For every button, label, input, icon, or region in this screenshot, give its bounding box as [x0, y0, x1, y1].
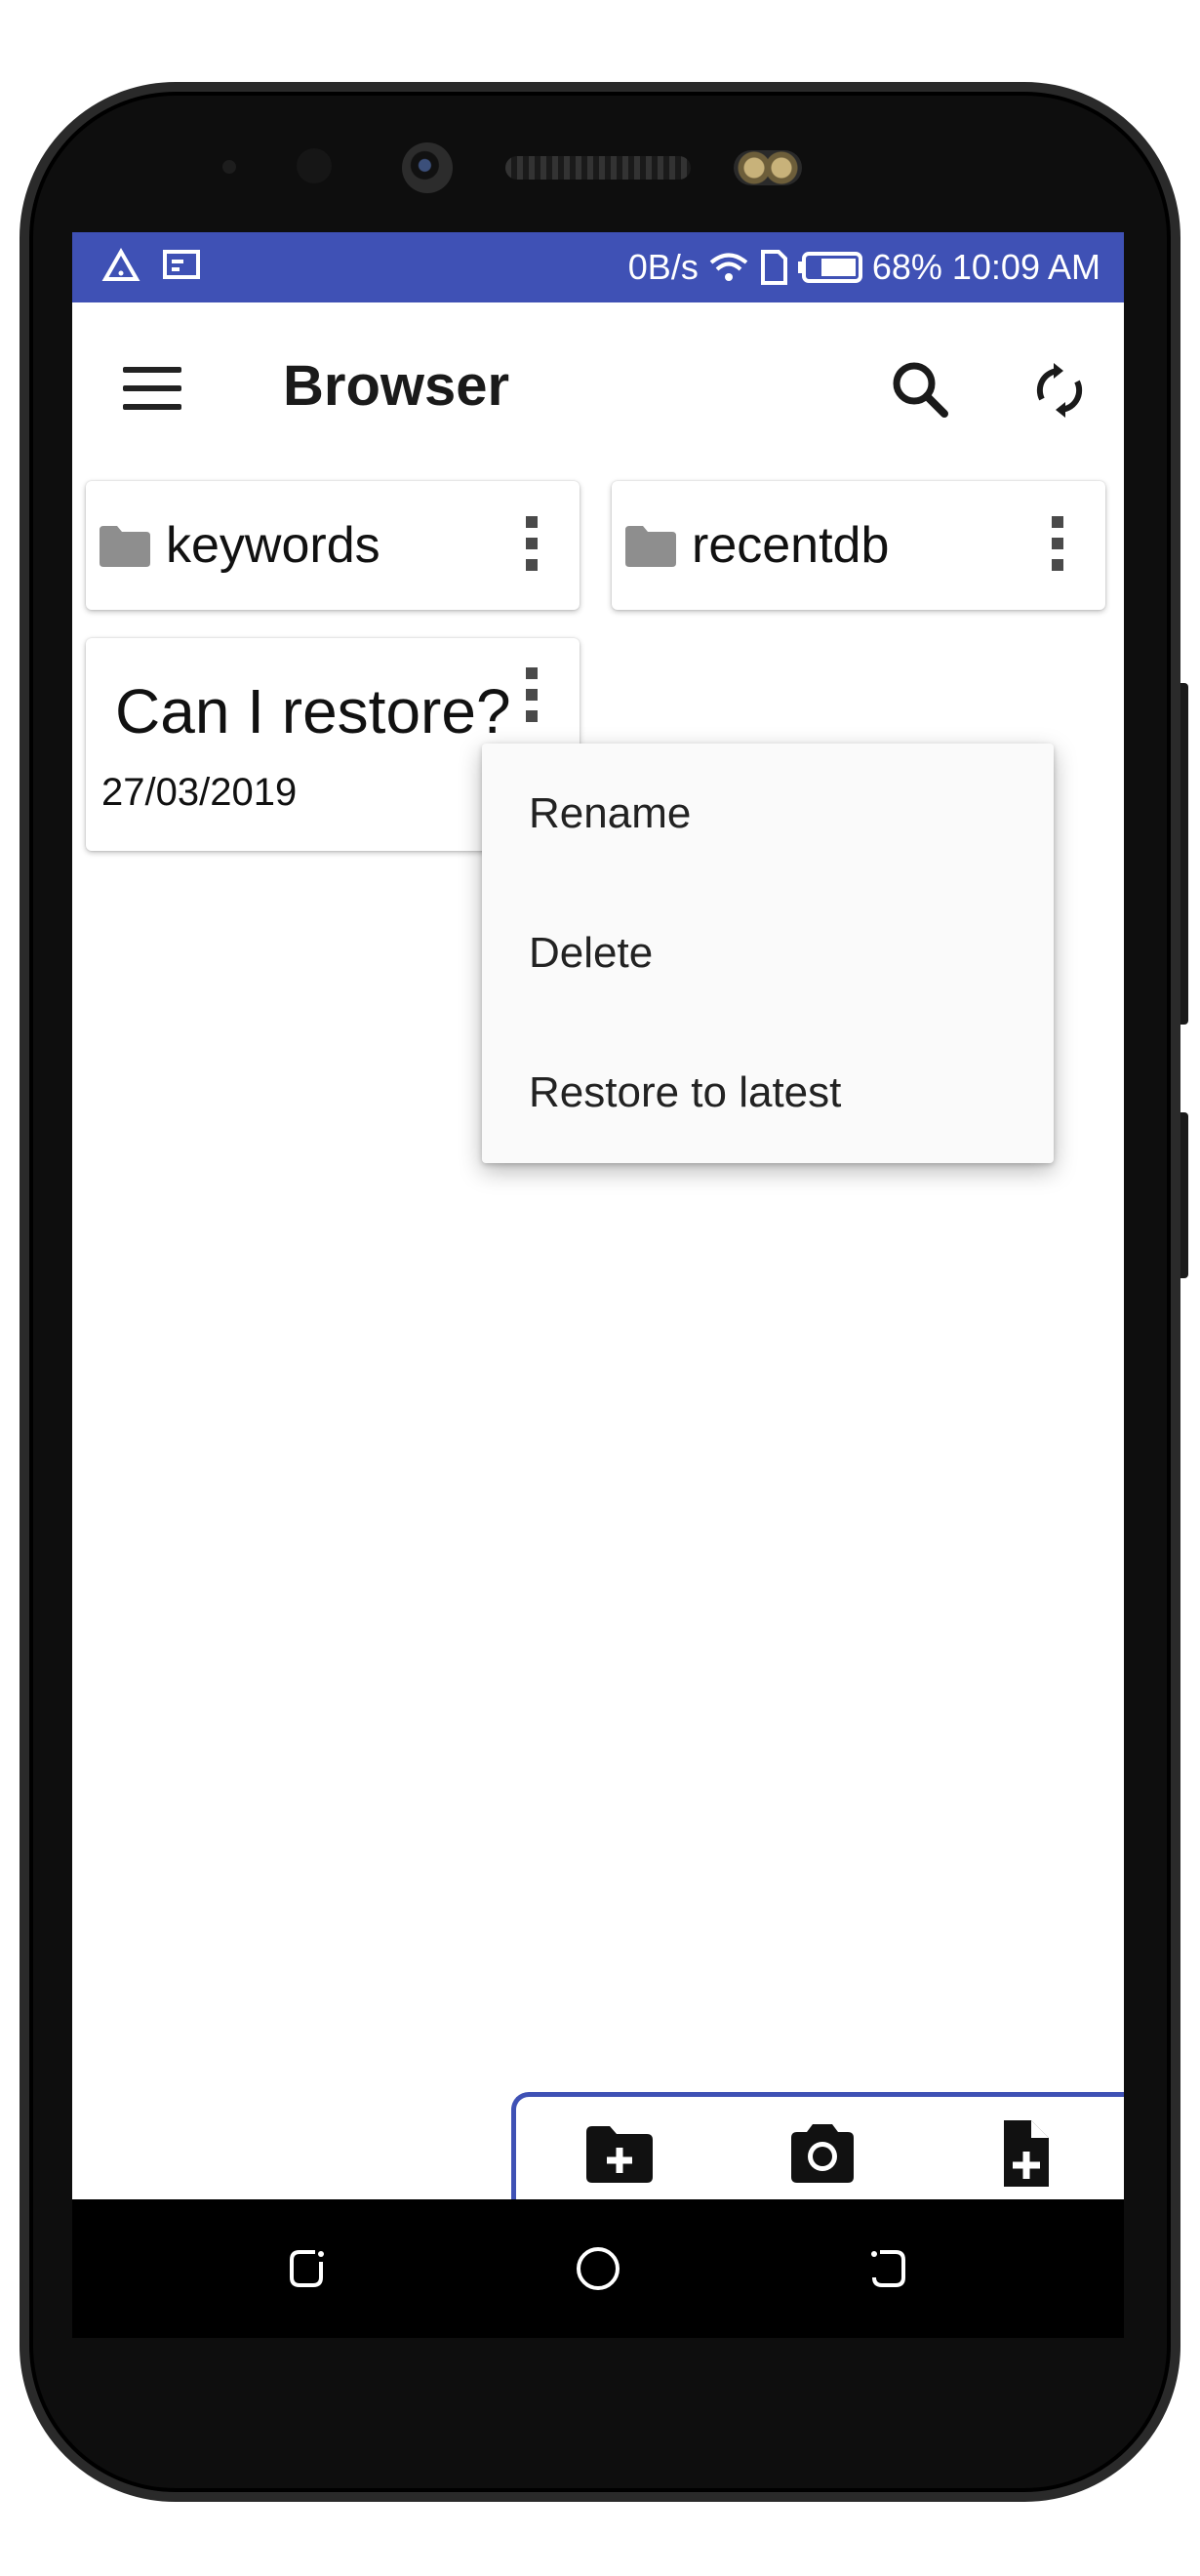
camera-button[interactable] — [783, 2118, 861, 2189]
context-menu: Rename Delete Restore to latest — [482, 744, 1054, 1163]
recents-icon — [871, 2250, 905, 2287]
system-nav-bar — [72, 2199, 1124, 2338]
net-speed: 0B/s — [627, 247, 699, 287]
battery-level: 68% — [871, 247, 942, 287]
folder-options-button[interactable] — [1043, 516, 1072, 577]
back-icon — [290, 2250, 324, 2287]
cast-icon — [163, 250, 200, 279]
folder-name: keywords — [166, 517, 380, 574]
menu-item-rename[interactable]: Rename — [482, 744, 1054, 883]
search-button[interactable] — [882, 351, 960, 429]
add-folder-icon — [586, 2126, 653, 2183]
app-bar: Browser — [72, 302, 1124, 468]
sim-card-icon — [760, 250, 787, 285]
note-options-button[interactable] — [517, 667, 546, 728]
add-file-button[interactable] — [986, 2118, 1064, 2189]
back-button[interactable] — [272, 2234, 340, 2303]
folder-icon — [625, 526, 676, 567]
add-folder-button[interactable] — [580, 2118, 659, 2189]
clock: 10:09 AM — [951, 247, 1100, 287]
folder-card-recentdb[interactable]: recentdb — [612, 481, 1105, 610]
menu-button[interactable] — [123, 367, 181, 410]
folder-card-keywords[interactable]: keywords — [86, 481, 580, 610]
note-title: Can I restore? — [115, 676, 511, 746]
sync-button[interactable] — [1020, 351, 1099, 429]
front-flash — [734, 150, 802, 185]
folder-icon — [100, 526, 150, 567]
home-button[interactable] — [564, 2234, 632, 2303]
menu-item-delete[interactable]: Delete — [482, 883, 1054, 1023]
alert-triangle-icon — [101, 247, 140, 281]
camera-icon — [791, 2124, 854, 2183]
sync-icon — [1036, 363, 1083, 418]
home-icon — [577, 2247, 620, 2290]
proximity-sensor — [222, 160, 236, 174]
battery-icon — [797, 252, 862, 283]
front-camera — [402, 142, 453, 193]
page-title: Browser — [283, 354, 510, 418]
folder-options-button[interactable] — [517, 516, 546, 577]
screen: 0B/s 68% 10:09 AM Browser keywords recen… — [72, 232, 1124, 2334]
folder-name: recentdb — [692, 517, 890, 574]
menu-item-restore-to-latest[interactable]: Restore to latest — [482, 1023, 1054, 1162]
search-icon — [893, 362, 948, 418]
light-sensor — [297, 148, 332, 183]
wifi-icon — [709, 253, 748, 281]
earpiece-speaker — [505, 156, 691, 180]
add-file-icon — [1004, 2120, 1049, 2187]
note-date: 27/03/2019 — [101, 771, 298, 814]
status-bar: 0B/s 68% 10:09 AM — [72, 232, 1124, 302]
recents-button[interactable] — [855, 2234, 923, 2303]
